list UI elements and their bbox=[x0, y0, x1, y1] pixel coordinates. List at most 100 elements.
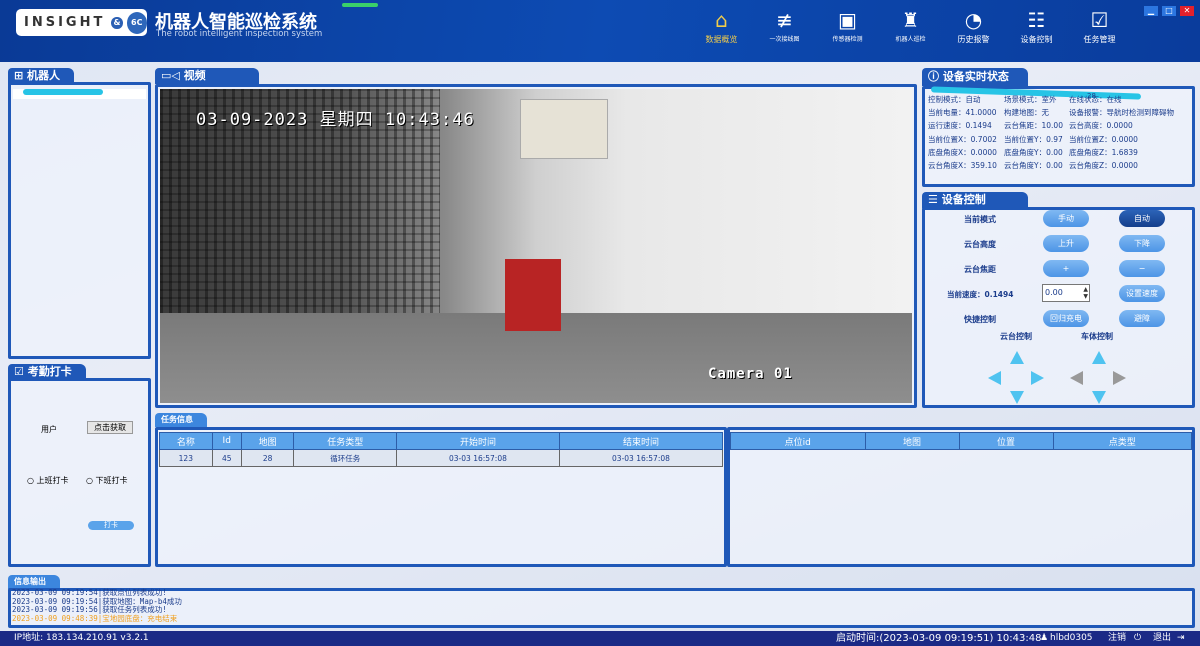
point-table: 点位id 地图 位置 点类型 bbox=[730, 432, 1192, 450]
column-header[interactable]: 位置 bbox=[958, 432, 1054, 450]
robot-list-item[interactable] bbox=[13, 89, 146, 99]
speed-value: 0.00 bbox=[1045, 288, 1063, 297]
video-title: 视频 bbox=[183, 69, 206, 82]
body-control-label: 车体控制 bbox=[1081, 332, 1113, 341]
ip-address: IP地址: 183.134.210.91 v3.2.1 bbox=[14, 633, 149, 643]
ptz-left-arrow-icon[interactable] bbox=[988, 371, 1001, 385]
status-field: 场景模式：室外 bbox=[1004, 95, 1057, 104]
nav-item-6[interactable]: ☑ 任务管理 bbox=[1068, 6, 1131, 45]
nav-item-3[interactable]: ♜ 机器人巡检 bbox=[879, 6, 942, 45]
body-left-arrow-icon[interactable] bbox=[1070, 371, 1083, 385]
speed-input[interactable]: 0.00 ▲ ▼ bbox=[1042, 284, 1090, 302]
column-header[interactable]: 名称 bbox=[159, 432, 213, 450]
logout-link[interactable]: 注销 bbox=[1108, 631, 1126, 646]
robot-panel-title: 机器人 bbox=[27, 69, 61, 82]
column-header[interactable]: 开始时间 bbox=[395, 432, 560, 450]
spinner-arrows-icon[interactable]: ▲ ▼ bbox=[1083, 286, 1088, 300]
close-button[interactable]: ✕ bbox=[1180, 6, 1194, 16]
table-cell: 123 bbox=[159, 449, 213, 467]
electrical-box bbox=[520, 99, 608, 159]
redacted-robot-name bbox=[23, 89, 103, 95]
column-header[interactable]: 点类型 bbox=[1052, 432, 1192, 450]
status-field: 云台角度X：359.10 bbox=[928, 161, 997, 171]
nav-item-2[interactable]: ▣ 传感器检测 bbox=[816, 6, 879, 45]
punch-button[interactable]: 打卡 bbox=[88, 521, 134, 530]
status-tab: ⓘ 设备实时状态 bbox=[922, 68, 1028, 86]
column-header[interactable]: 任务类型 bbox=[293, 432, 397, 450]
checklist-icon: ☑ bbox=[1090, 8, 1109, 32]
power-icon[interactable]: ⏻ bbox=[1134, 631, 1141, 646]
column-header[interactable]: 地图 bbox=[864, 432, 960, 450]
on-duty-label: 上班打卡 bbox=[36, 476, 69, 485]
body-down-arrow-icon[interactable] bbox=[1092, 391, 1106, 404]
on-duty-radio[interactable]: ○ 上班打卡 bbox=[27, 475, 69, 486]
start-time: 启动时间:(2023-03-09 09:19:51) 10:43:48 bbox=[836, 633, 1042, 644]
osd-camera: Camera 01 bbox=[708, 366, 793, 382]
off-duty-label: 下班打卡 bbox=[95, 476, 128, 485]
nav-item-4[interactable]: ◔ 历史报警 bbox=[942, 6, 1005, 45]
status-field: 底盘角度Y：0.00 bbox=[1004, 147, 1063, 157]
task-table: 名称 Id 地图 任务类型 开始时间 结束时间 123 45 28 循环任务 03-03 16:57… bbox=[159, 432, 724, 467]
video-camera-icon: ▭◁ bbox=[161, 69, 184, 82]
exit-icon[interactable]: ⇥ bbox=[1177, 631, 1185, 646]
status-title: 设备实时状态 bbox=[942, 70, 1009, 83]
return-charge-button[interactable]: 回归充电 bbox=[1043, 310, 1089, 327]
status-field: 云台角度Y：0.00 bbox=[1004, 161, 1063, 171]
status-field: 云台高度：0.0000 bbox=[1069, 121, 1133, 131]
off-duty-radio[interactable]: ○ 下班打卡 bbox=[86, 475, 128, 486]
log-line: 2023-03-09 09:48:39|宝地园底盘：充电结束 bbox=[12, 613, 178, 623]
ptz-right-arrow-icon[interactable] bbox=[1031, 371, 1044, 385]
exit-link[interactable]: 退出 bbox=[1153, 631, 1171, 646]
log-tab: 信息输出 bbox=[8, 575, 60, 589]
user-label: 用户 bbox=[41, 425, 57, 434]
nav-item-5[interactable]: ☷ 设备控制 bbox=[1005, 6, 1068, 45]
minimize-button[interactable]: ▁ bbox=[1144, 6, 1158, 16]
status-field: 当前位置Y：0.97 bbox=[1004, 134, 1063, 144]
ptz-up-arrow-icon[interactable] bbox=[1010, 351, 1024, 364]
nav-label: 任务管理 bbox=[1083, 35, 1116, 44]
nav-item-1[interactable]: ≢ 一次接线图 bbox=[753, 6, 816, 45]
body-right-arrow-icon[interactable] bbox=[1113, 371, 1126, 385]
status-field: 云台角度Z：0.0000 bbox=[1069, 161, 1138, 171]
raise-button[interactable]: 上升 bbox=[1043, 235, 1089, 252]
status-field: 运行速度：0.1494 bbox=[928, 121, 992, 131]
log-panel bbox=[8, 588, 1195, 628]
table-row[interactable]: 123 45 28 循环任务 03-03 16:57:08 03-03 16:57:08 bbox=[159, 449, 724, 467]
focus-minus-button[interactable]: − bbox=[1119, 260, 1165, 277]
manual-mode-button[interactable]: 手动 bbox=[1043, 210, 1089, 227]
camera-feed: 03-09-2023 星期四 10:43:46 Camera 01 bbox=[160, 89, 912, 403]
table-cell: 45 bbox=[211, 449, 242, 467]
height-label: 云台高度 bbox=[964, 240, 996, 249]
status-row: 云台角度X：359.10 云台角度Y：0.00 云台角度Z：0.0000 bbox=[928, 159, 1193, 172]
footer: IP地址: 183.134.210.91 v3.2.1 启动时间:(2023-0… bbox=[0, 631, 1200, 646]
set-speed-button[interactable]: 设置速度 bbox=[1119, 285, 1165, 302]
robot-panel bbox=[8, 82, 151, 359]
log-output: 2023-03-09 09:19:54|获取点位列表成功! 2023-03-09 … bbox=[12, 588, 182, 623]
maximize-button[interactable]: □ bbox=[1162, 6, 1176, 16]
control-tab: ☰ 设备控制 bbox=[922, 192, 1028, 208]
home-icon: ⌂ bbox=[715, 8, 728, 32]
nav-label: 设备控制 bbox=[1020, 35, 1053, 44]
body-up-arrow-icon[interactable] bbox=[1092, 351, 1106, 364]
status-field: 当前位置Z：0.0000 bbox=[1069, 134, 1138, 144]
focus-plus-button[interactable]: + bbox=[1043, 260, 1089, 277]
column-header[interactable]: 结束时间 bbox=[558, 432, 724, 450]
column-header[interactable]: Id bbox=[211, 432, 242, 450]
sensor-icon: ▣ bbox=[838, 8, 857, 32]
fire-cabinet bbox=[505, 259, 561, 331]
info-icon: ⓘ bbox=[928, 70, 943, 83]
ptz-control-label: 云台控制 bbox=[1000, 332, 1032, 341]
column-header[interactable]: 地图 bbox=[240, 432, 295, 450]
status-field: 构建地图：无 bbox=[1004, 108, 1049, 118]
lower-button[interactable]: 下降 bbox=[1119, 235, 1165, 252]
nav-item-0[interactable]: ⌂ 数据概览 bbox=[690, 6, 753, 45]
auto-mode-button[interactable]: 自动 bbox=[1119, 210, 1165, 227]
video-panel: 03-09-2023 星期四 10:43:46 Camera 01 bbox=[155, 84, 917, 408]
fetch-user-button[interactable]: 点击获取 bbox=[87, 421, 133, 434]
table-cell: 03-03 16:57:08 bbox=[558, 449, 724, 467]
obstacle-avoid-button[interactable]: 避障 bbox=[1119, 310, 1165, 327]
ptz-down-arrow-icon[interactable] bbox=[1010, 391, 1024, 404]
table-cell: 03-03 16:57:08 bbox=[395, 449, 560, 467]
mode-label: 当前模式 bbox=[964, 215, 996, 224]
column-header[interactable]: 点位id bbox=[730, 432, 866, 450]
